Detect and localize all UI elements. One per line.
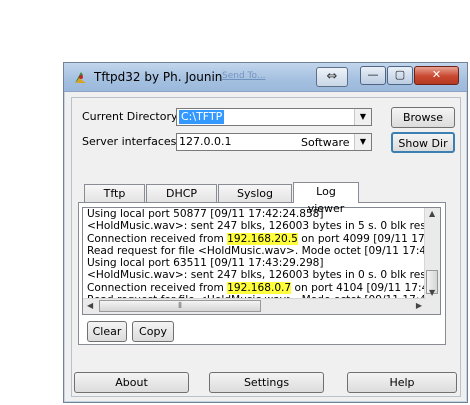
server-interfaces-label: Server interfaces (82, 135, 177, 148)
server-interfaces-adapter: Software L (301, 136, 360, 149)
log-line-text: Using local port 50877 [09/11 17:42:24.8… (87, 208, 324, 220)
help-button[interactable]: Help (347, 372, 457, 393)
window-title: Tftpd32 by Ph. Jounin (94, 70, 223, 84)
scroll-right-arrow-icon[interactable]: ▶ (416, 301, 422, 310)
horizontal-scrollbar[interactable]: ◀ ⦀ ▶ (83, 298, 426, 314)
tab-dhcp-server[interactable]: DHCP server (146, 184, 217, 217)
scroll-up-arrow-icon[interactable]: ▲ (429, 209, 435, 218)
tftpd32-window: Tftpd32 by Ph. Jounin Send To... ⇔ — ▢ ✕… (63, 62, 468, 403)
show-dir-button[interactable]: Show Dir (391, 132, 455, 153)
scroll-down-arrow-icon[interactable]: ▼ (429, 288, 435, 297)
log-line: Using local port 63511 [09/11 17:43:29.2… (83, 257, 440, 269)
log-line: Connection received from 192.168.20.5 on… (83, 232, 440, 245)
minimize-button[interactable]: — (360, 66, 386, 85)
log-line-text: Connection received from (87, 232, 228, 245)
log-line-text: Connection received from (87, 281, 228, 294)
log-line: <HoldMusic.wav>: sent 247 blks, 126003 b… (83, 220, 440, 232)
tab-log-viewer[interactable]: Log viewer (293, 182, 359, 215)
ghost-tooltip-text: Send To... (222, 71, 266, 81)
log-line-text: on port 4104 [09/11 17:47:29.967] (294, 281, 440, 294)
tab-tftp-server[interactable]: Tftp Server (84, 184, 145, 217)
log-line: <HoldMusic.wav>: sent 247 blks, 126003 b… (83, 269, 440, 281)
close-button[interactable]: ✕ (414, 66, 459, 85)
highlighted-ip: 192.168.20.5 (227, 232, 298, 245)
server-interfaces-combo[interactable]: 127.0.0.1 Software L ▼ (176, 133, 372, 151)
log-list[interactable]: Using local port 50877 [09/11 17:42:24.8… (82, 207, 441, 315)
scroll-corner (425, 299, 440, 314)
settings-button[interactable]: Settings (209, 372, 324, 393)
current-directory-label: Current Directory (82, 110, 178, 123)
log-line-text: <HoldMusic.wav>: sent 247 blks, 126003 b… (87, 269, 440, 282)
vertical-scrollbar[interactable]: ▲ ▼ (424, 208, 440, 299)
maximize-button[interactable]: ▢ (387, 66, 413, 85)
log-line-text: Using local port 63511 [09/11 17:43:29.2… (87, 257, 324, 270)
title-bar[interactable]: Tftpd32 by Ph. Jounin Send To... ⇔ — ▢ ✕ (64, 63, 467, 92)
restore-arrows-icon[interactable]: ⇔ (316, 67, 348, 87)
app-icon (75, 72, 87, 83)
log-line: Connection received from 192.168.0.7 on … (83, 281, 440, 294)
horizontal-scroll-thumb[interactable]: ⦀ (99, 300, 261, 312)
highlighted-ip: 192.168.0.7 (227, 281, 292, 294)
server-interfaces-value: 127.0.0.1 (179, 135, 232, 148)
browse-button[interactable]: Browse (391, 107, 455, 128)
current-directory-value: C:\TFTP (179, 110, 225, 124)
chevron-down-icon[interactable]: ▼ (354, 109, 371, 125)
scroll-left-arrow-icon[interactable]: ◀ (87, 301, 93, 310)
log-line-text: <HoldMusic.wav>: sent 247 blks, 126003 b… (87, 220, 440, 233)
log-line-text: Read request for file <HoldMusic.wav>. M… (87, 244, 441, 257)
chevron-down-icon[interactable]: ▼ (354, 134, 371, 150)
copy-button[interactable]: Copy (132, 321, 174, 342)
tab-syslog-server[interactable]: Syslog server (218, 184, 292, 217)
clear-button[interactable]: Clear (87, 321, 127, 342)
current-directory-combo[interactable]: C:\TFTP ▼ (176, 108, 372, 126)
log-line: Read request for file <HoldMusic.wav>. M… (83, 245, 440, 257)
log-line: Using local port 50877 [09/11 17:42:24.8… (83, 208, 440, 220)
about-button[interactable]: About (74, 372, 189, 393)
log-line-text: on port 4099 [09/11 17:43:29.296 (301, 232, 440, 245)
